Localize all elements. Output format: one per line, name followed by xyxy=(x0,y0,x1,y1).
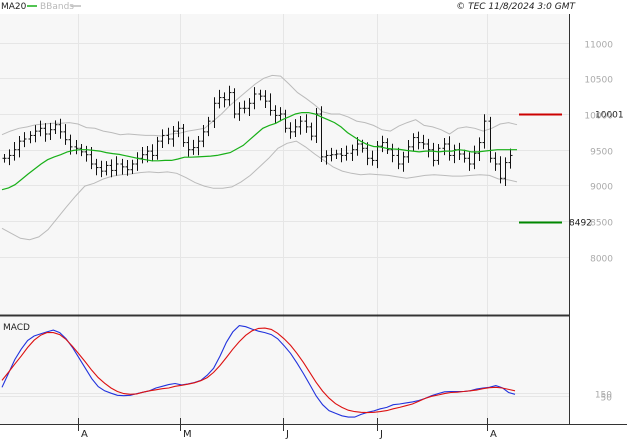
price-tick-label: 10000 xyxy=(584,112,613,122)
macd-tick-label: 150 xyxy=(595,391,612,401)
macd-panel-label: MACD xyxy=(3,323,30,333)
month-tick-label: A xyxy=(81,429,88,440)
price-tick-label: 11000 xyxy=(584,41,613,51)
month-tick-label: J xyxy=(379,429,383,440)
bbands-legend-label: BBands xyxy=(40,2,74,12)
ma-legend-label: MA20 xyxy=(1,2,27,12)
price-tick-label: 10500 xyxy=(584,76,613,86)
month-tick-label: J xyxy=(285,429,289,440)
stock-chart: 100018492 800085009000950010000105001100… xyxy=(0,2,627,440)
support-label: 8492 xyxy=(569,219,592,229)
price-tick-label: 9000 xyxy=(590,183,613,193)
price-panel-bg xyxy=(0,14,569,314)
price-tick-label: 8000 xyxy=(590,255,613,265)
copyright-label: © TEC 11/8/2024 3:0 GMT xyxy=(456,2,576,12)
month-tick-label: A xyxy=(490,429,497,440)
macd-panel-bg xyxy=(0,317,569,424)
month-tick-label: M xyxy=(183,429,192,440)
price-tick-label: 9500 xyxy=(590,148,613,158)
price-tick-label: 8500 xyxy=(590,219,613,229)
